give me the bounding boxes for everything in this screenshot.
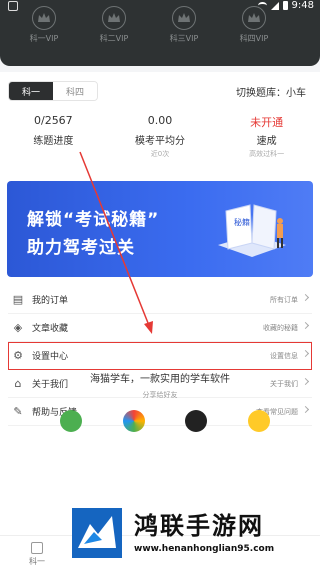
share-hint: 分享给好友 (142, 391, 178, 399)
chevron-right-icon (301, 349, 310, 358)
crown-icon (32, 6, 56, 30)
vip-label: 科二VIP (99, 34, 129, 43)
book-illustration: 秘籍 (218, 204, 286, 257)
stat-quick[interactable]: 未开通 速成 高效过科一 (213, 114, 320, 159)
vip-label: 科三VIP (169, 34, 199, 43)
share-icons (60, 410, 270, 432)
feedback-icon: ✎ (13, 404, 23, 418)
app-slogan: 海猫学车，一款实用的学车软件 (90, 374, 230, 385)
stats-row: 0/2567 练题进度 0.00 模考平均分 近0次 未开通 速成 高效过科一 (0, 114, 320, 159)
stat-value: 0.00 (147, 114, 173, 127)
nav-ke1[interactable]: 科一 (22, 542, 52, 567)
profile-screen: 9:48 科一VIP 科二VIP 科三VIP 科四VIP 科一 科四 切换题库：… (0, 0, 320, 569)
orders-icon: ▤ (12, 292, 24, 306)
banner-title: 解锁“考试秘籍” (27, 210, 160, 230)
crown-icon (172, 6, 196, 30)
menu-item-settings[interactable]: ⚙ 设置中心 设置信息 (8, 342, 312, 370)
banner-subtitle: 助力驾考过关 (27, 238, 135, 258)
vip-label: 科四VIP (239, 34, 269, 43)
crown-icon (242, 6, 266, 30)
qq-icon[interactable] (185, 410, 208, 432)
subject-tabs: 科一 科四 (8, 81, 98, 101)
menu-label: 我的订单 (32, 296, 69, 306)
menu-item-orders[interactable]: ▤ 我的订单 所有订单 (8, 286, 312, 314)
vip-header: 9:48 科一VIP 科二VIP 科三VIP 科四VIP (0, 0, 320, 66)
wechat-icon[interactable] (60, 410, 82, 432)
stat-name: 速成 (256, 136, 277, 147)
chevron-right-icon (301, 321, 310, 330)
crown-icon (102, 6, 126, 30)
watermark-url: www.henanhonglian95.com (134, 544, 275, 554)
layers-icon: ◈ (13, 320, 23, 334)
promo-banner[interactable]: 解锁“考试秘籍” 助力驾考过关 秘籍 (7, 181, 313, 277)
vip-item-ke2[interactable]: 科二VIP (84, 6, 144, 44)
status-time: 9:48 (291, 0, 314, 11)
book-label: 秘籍 (234, 217, 250, 227)
menu-label: 文章收藏 (32, 324, 69, 334)
chevron-right-icon (301, 293, 310, 302)
stat-sub: 近0次 (150, 150, 170, 158)
menu-hint: 设置信息 (270, 351, 298, 360)
stat-mock-score[interactable]: 0.00 模考平均分 近0次 (107, 114, 214, 159)
stat-value: 0/2567 (33, 114, 73, 127)
stat-name: 模考平均分 (135, 136, 185, 147)
nav-label: 科一 (29, 557, 45, 566)
moments-icon[interactable] (122, 410, 145, 432)
vip-item-ke3[interactable]: 科三VIP (154, 6, 214, 44)
stat-progress[interactable]: 0/2567 练题进度 (0, 114, 107, 159)
stat-value: 未开通 (250, 116, 284, 129)
document-icon (31, 542, 43, 554)
vip-item-ke4[interactable]: 科四VIP (224, 6, 284, 44)
watermark-title: 鸿联手游网 (134, 512, 264, 540)
share-section: 海猫学车，一款实用的学车软件 分享给好友 (0, 370, 320, 400)
watermark-logo (72, 508, 122, 558)
vip-label: 科一VIP (29, 34, 59, 43)
stat-sub: 高效过科一 (249, 150, 285, 158)
menu-hint: 所有订单 (270, 295, 298, 304)
gear-icon: ⚙ (13, 348, 23, 362)
main-card: 科一 科四 切换题库：小车 0/2567 练题进度 0.00 模考平均分 近0次… (0, 72, 320, 569)
tab-ke4[interactable]: 科四 (53, 82, 97, 100)
menu-hint: 收藏的秘籍 (263, 323, 298, 332)
settings-menu: ▤ 我的订单 所有订单 ◈ 文章收藏 收藏的秘籍 ⚙ 设置中心 设置信息 ⌂ 关… (0, 286, 320, 426)
qzone-icon[interactable] (247, 410, 270, 432)
stat-name: 练题进度 (33, 136, 74, 147)
switch-question-bank[interactable]: 切换题库：小车 (236, 84, 306, 99)
watermark: 鸿联手游网 www.henanhonglian95.com (54, 500, 320, 569)
menu-item-favorites[interactable]: ◈ 文章收藏 收藏的秘籍 (8, 314, 312, 342)
vip-item-ke1[interactable]: 科一VIP (14, 6, 74, 44)
chevron-right-icon (301, 405, 310, 414)
menu-label: 设置中心 (32, 352, 69, 362)
tab-ke1[interactable]: 科一 (9, 82, 53, 100)
